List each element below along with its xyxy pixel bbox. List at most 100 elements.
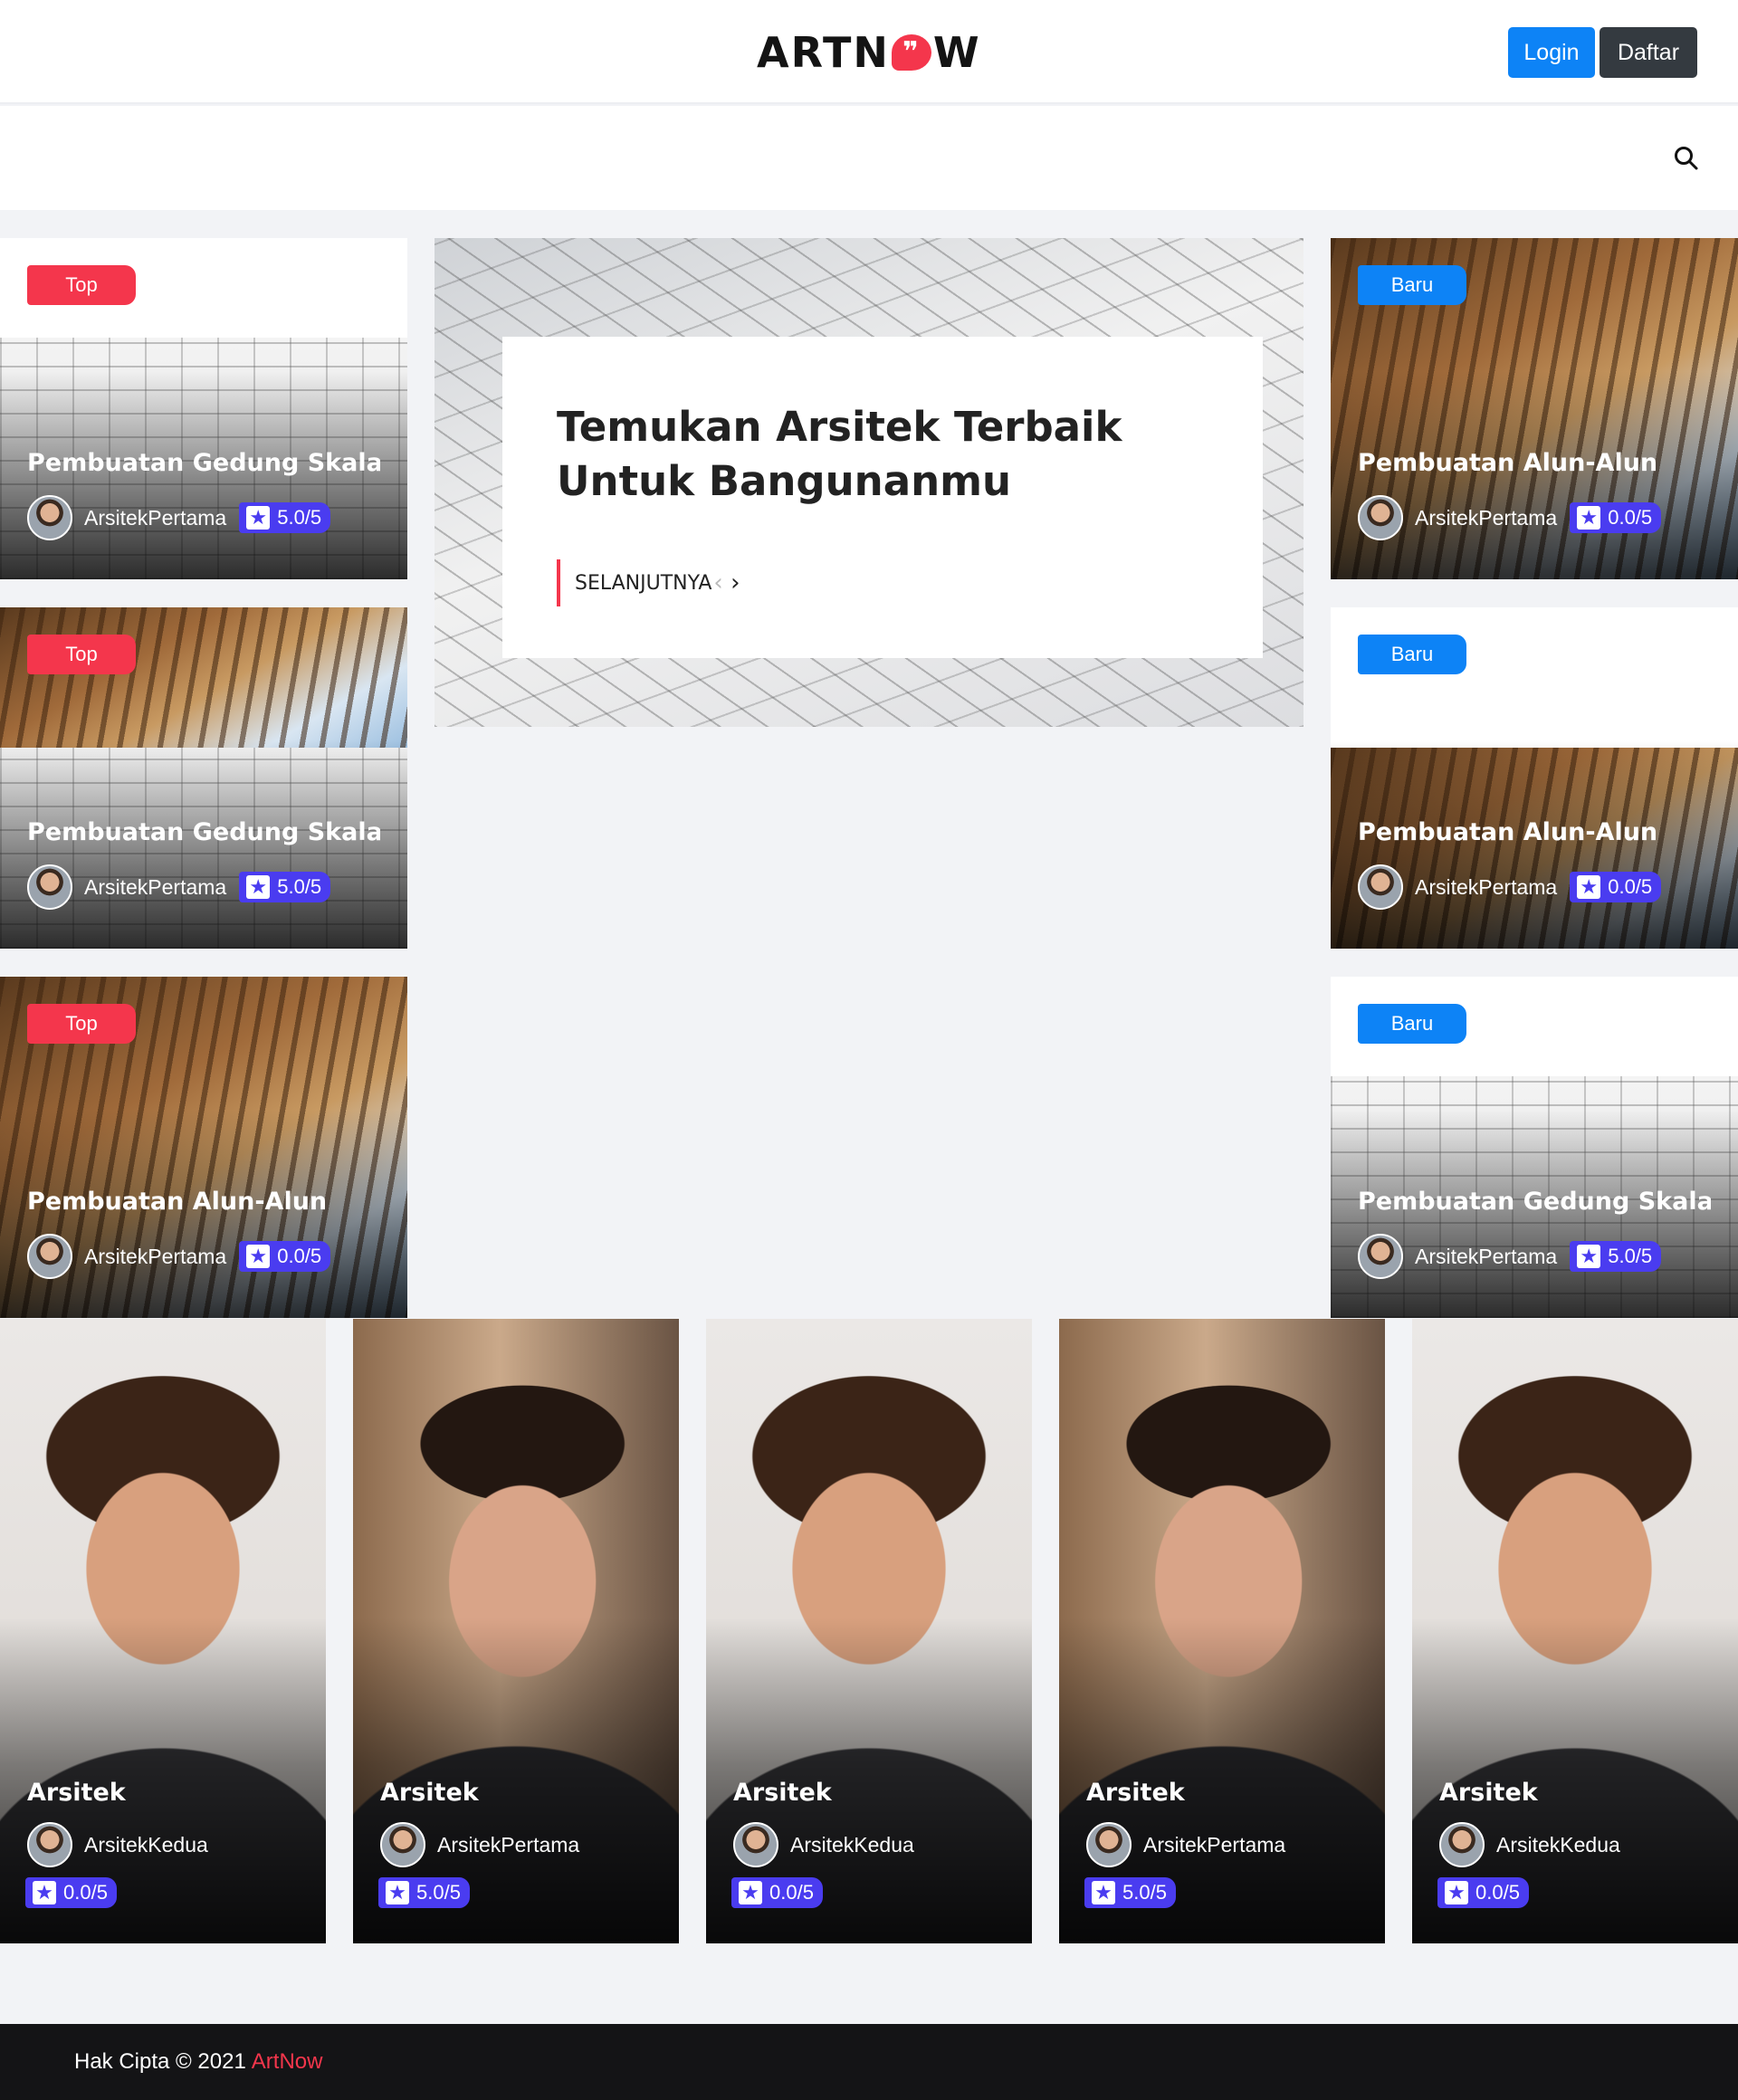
rating-value: 0.0/5 bbox=[1475, 1881, 1520, 1904]
star-icon: ★ bbox=[1445, 1881, 1468, 1904]
rating-value: 0.0/5 bbox=[1608, 875, 1653, 898]
architect-card[interactable]: Arsitek ArsitekKedua ★ 0.0/5 bbox=[0, 1319, 326, 1943]
daftar-button[interactable]: Daftar bbox=[1600, 27, 1697, 78]
architect-card[interactable]: Arsitek ArsitekKedua ★ 0.0/5 bbox=[706, 1319, 1032, 1943]
star-icon: ★ bbox=[1577, 506, 1601, 530]
avatar bbox=[1439, 1822, 1485, 1867]
star-icon: ★ bbox=[386, 1881, 409, 1904]
architect-card[interactable]: Arsitek ArsitekPertama ★ 5.0/5 bbox=[353, 1319, 679, 1943]
hero-banner: Temukan Arsitek Terbaik Untuk Bangunanmu… bbox=[434, 238, 1304, 727]
rating-value: 5.0/5 bbox=[1608, 1245, 1653, 1267]
project-card[interactable]: Top Pembuatan Gedung Skala Menengah Arsi… bbox=[0, 607, 407, 949]
card-title[interactable]: Pembuatan Alun-Alun bbox=[1358, 449, 1711, 477]
architect-name[interactable]: ArsitekKedua bbox=[84, 1833, 208, 1857]
avatar bbox=[380, 1822, 425, 1867]
slider-arrows: ‹ › bbox=[713, 569, 740, 597]
architect-title: Arsitek bbox=[27, 1779, 126, 1807]
rating-badge: ★ 0.0/5 bbox=[25, 1877, 117, 1908]
footer-brand-link[interactable]: ArtNow bbox=[252, 2049, 323, 2075]
rating-badge: ★ 5.0/5 bbox=[1084, 1877, 1176, 1908]
rating-value: 5.0/5 bbox=[416, 1881, 461, 1904]
logo-quote-icon: ❞ bbox=[891, 34, 931, 71]
rating-badge: ★ 5.0/5 bbox=[1570, 1241, 1662, 1272]
rating-badge: ★ 0.0/5 bbox=[1437, 1877, 1529, 1908]
star-icon: ★ bbox=[246, 875, 271, 899]
card-author[interactable]: ArsitekPertama bbox=[84, 875, 226, 900]
card-author[interactable]: ArsitekPertama bbox=[1415, 875, 1557, 900]
rating-badge: ★ 0.0/5 bbox=[1570, 872, 1662, 902]
architect-meta: ArsitekPertama bbox=[1086, 1822, 1285, 1867]
rating-badge: ★ 0.0/5 bbox=[1570, 502, 1662, 533]
rating-value: 5.0/5 bbox=[1122, 1881, 1167, 1904]
architect-name[interactable]: ArsitekKedua bbox=[1496, 1833, 1620, 1857]
card-title[interactable]: Pembuatan Gedung Skala Menengah bbox=[1358, 1188, 1711, 1216]
star-icon: ★ bbox=[739, 1881, 762, 1904]
logo-text-left: ARTN bbox=[757, 28, 890, 77]
search-icon[interactable] bbox=[1673, 145, 1700, 172]
avatar bbox=[27, 1822, 72, 1867]
avatar bbox=[27, 864, 72, 910]
chevron-right-icon[interactable]: › bbox=[731, 569, 740, 597]
rating-value: 0.0/5 bbox=[63, 1881, 108, 1904]
star-icon: ★ bbox=[33, 1881, 56, 1904]
card-author[interactable]: ArsitekPertama bbox=[84, 506, 226, 530]
card-title[interactable]: Pembuatan Alun-Alun bbox=[1358, 818, 1711, 846]
architect-title: Arsitek bbox=[1439, 1779, 1538, 1807]
architect-name[interactable]: ArsitekPertama bbox=[1143, 1833, 1285, 1857]
new-badge: Baru bbox=[1358, 1004, 1466, 1044]
star-icon: ★ bbox=[246, 1245, 271, 1268]
top-badge: Top bbox=[27, 1004, 136, 1044]
chevron-left-icon[interactable]: ‹ bbox=[713, 569, 722, 597]
avatar bbox=[1358, 1234, 1403, 1279]
avatar bbox=[27, 1234, 72, 1279]
avatar bbox=[1358, 495, 1403, 540]
architect-title: Arsitek bbox=[1086, 1779, 1185, 1807]
footer: Hak Cipta © 2021 ArtNow bbox=[0, 2024, 1738, 2100]
top-header: ARTN ❞ W Login Daftar bbox=[0, 0, 1738, 104]
card-author[interactable]: ArsitekPertama bbox=[84, 1245, 226, 1269]
architect-title: Arsitek bbox=[733, 1779, 832, 1807]
new-badge: Baru bbox=[1358, 265, 1466, 305]
architect-meta: ArsitekKedua bbox=[27, 1822, 208, 1867]
card-meta: ArsitekPertama ★ 5.0/5 bbox=[1358, 1233, 1662, 1280]
architect-title: Arsitek bbox=[380, 1779, 479, 1807]
card-meta: ArsitekPertama ★ 0.0/5 bbox=[27, 1233, 331, 1280]
architect-name[interactable]: ArsitekKedua bbox=[790, 1833, 914, 1857]
card-author[interactable]: ArsitekPertama bbox=[1415, 506, 1557, 530]
project-card[interactable]: Baru Pembuatan Gedung Skala Menengah Ars… bbox=[1331, 977, 1738, 1318]
architect-meta: ArsitekKedua bbox=[733, 1822, 914, 1867]
rating-badge: ★ 5.0/5 bbox=[378, 1877, 470, 1908]
top-badge: Top bbox=[27, 265, 136, 305]
card-meta: ArsitekPertama ★ 5.0/5 bbox=[27, 864, 331, 911]
avatar bbox=[27, 495, 72, 540]
star-icon: ★ bbox=[1092, 1881, 1115, 1904]
logo-text-right: W bbox=[932, 28, 981, 77]
architect-card[interactable]: Arsitek ArsitekKedua ★ 0.0/5 bbox=[1412, 1319, 1738, 1943]
card-title[interactable]: Pembuatan Gedung Skala Menengah bbox=[27, 449, 380, 477]
navigation-bar bbox=[0, 106, 1738, 210]
top-badge: Top bbox=[27, 635, 136, 674]
artnow-logo[interactable]: ARTN ❞ W bbox=[757, 25, 981, 80]
rating-badge: ★ 5.0/5 bbox=[239, 872, 331, 902]
star-icon: ★ bbox=[246, 506, 271, 530]
card-meta: ArsitekPertama ★ 0.0/5 bbox=[1358, 864, 1662, 911]
card-title[interactable]: Pembuatan Alun-Alun bbox=[27, 1188, 380, 1216]
project-card[interactable]: Top Pembuatan Alun-Alun ArsitekPertama ★… bbox=[0, 977, 407, 1318]
hero-content-box: Temukan Arsitek Terbaik Untuk Bangunanmu… bbox=[502, 337, 1263, 658]
architect-card[interactable]: Arsitek ArsitekPertama ★ 5.0/5 bbox=[1059, 1319, 1385, 1943]
rating-badge: ★ 5.0/5 bbox=[239, 502, 331, 533]
rating-value: 0.0/5 bbox=[769, 1881, 814, 1904]
architect-name[interactable]: ArsitekPertama bbox=[437, 1833, 579, 1857]
card-meta: ArsitekPertama ★ 0.0/5 bbox=[1358, 494, 1662, 541]
card-title[interactable]: Pembuatan Gedung Skala Menengah bbox=[27, 818, 380, 846]
hero-more-label[interactable]: SELANJUTNYA bbox=[575, 572, 711, 595]
architect-meta: ArsitekPertama bbox=[380, 1822, 579, 1867]
card-author[interactable]: ArsitekPertama bbox=[1415, 1245, 1557, 1269]
project-card[interactable]: Baru Pembuatan Alun-Alun ArsitekPertama … bbox=[1331, 238, 1738, 579]
hero-more-link[interactable]: SELANJUTNYA ‹ › bbox=[557, 559, 740, 606]
star-icon: ★ bbox=[1577, 1245, 1601, 1268]
star-icon: ★ bbox=[1577, 875, 1601, 899]
project-card[interactable]: Top Pembuatan Gedung Skala Menengah Arsi… bbox=[0, 238, 407, 579]
project-card[interactable]: Baru Pembuatan Alun-Alun ArsitekPertama … bbox=[1331, 607, 1738, 949]
login-button[interactable]: Login bbox=[1508, 27, 1595, 78]
